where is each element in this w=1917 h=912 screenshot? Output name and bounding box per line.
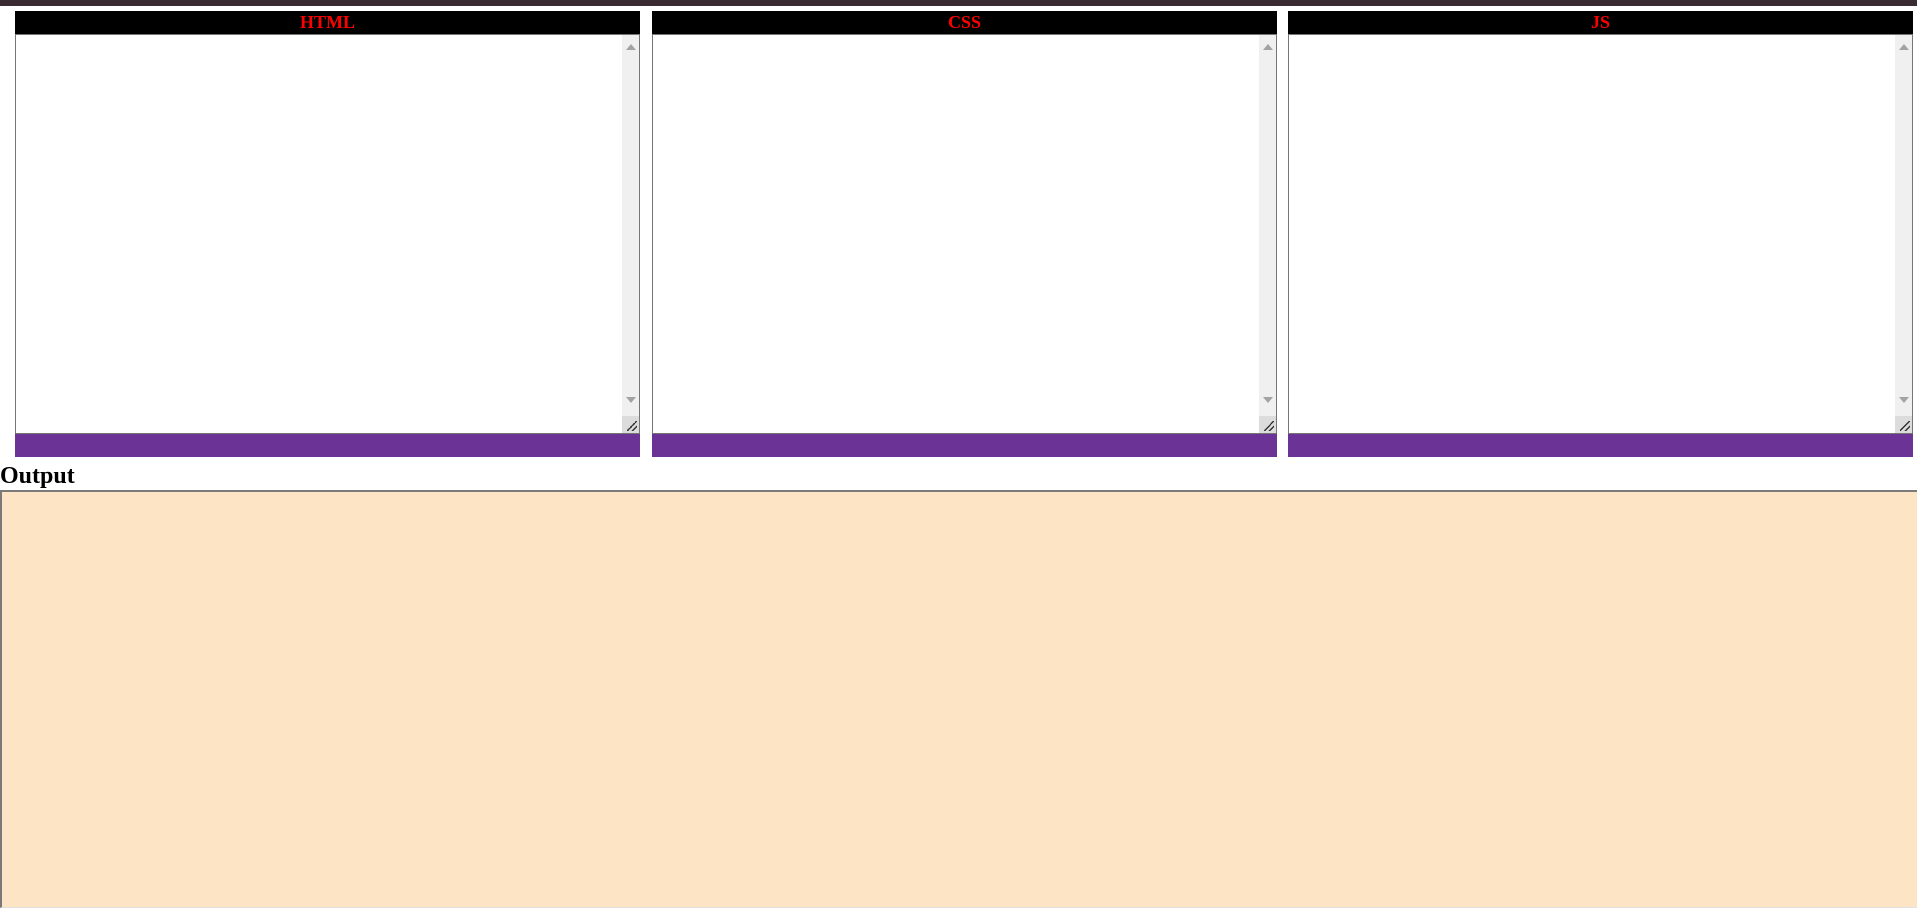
resize-grip-icon [627,421,637,431]
js-editor-scrollbar[interactable] [1895,35,1912,433]
output-title: Output [0,463,75,489]
html-code-input[interactable] [16,35,623,433]
html-editor-footer [15,434,640,457]
css-editor-panel: CSS [652,11,1277,457]
scroll-up-arrow-icon[interactable] [1899,44,1909,50]
js-editor-body [1288,34,1913,434]
css-editor-footer [652,434,1277,457]
scroll-down-arrow-icon[interactable] [626,397,636,403]
resize-grip-icon [1900,421,1910,431]
scroll-up-arrow-icon[interactable] [626,44,636,50]
html-editor-scrollbar[interactable] [622,35,639,433]
resize-grip-icon [1264,421,1274,431]
scroll-down-arrow-icon[interactable] [1899,397,1909,403]
css-editor-body [652,34,1277,434]
html-editor-header: HTML [15,11,640,34]
css-editor-header: CSS [652,11,1277,34]
html-editor-body [15,34,640,434]
css-editor-scrollbar[interactable] [1259,35,1276,433]
html-editor-panel: HTML [15,11,640,457]
output-preview-frame[interactable] [0,490,1917,908]
js-editor-resize-handle[interactable] [1895,416,1912,433]
css-code-input[interactable] [653,35,1260,433]
js-code-input[interactable] [1289,35,1896,433]
top-bar [0,0,1917,6]
js-editor-footer [1288,434,1913,457]
html-editor-resize-handle[interactable] [622,416,639,433]
scroll-down-arrow-icon[interactable] [1263,397,1273,403]
scroll-up-arrow-icon[interactable] [1263,44,1273,50]
js-editor-panel: JS [1288,11,1913,457]
css-editor-resize-handle[interactable] [1259,416,1276,433]
js-editor-header: JS [1288,11,1913,34]
